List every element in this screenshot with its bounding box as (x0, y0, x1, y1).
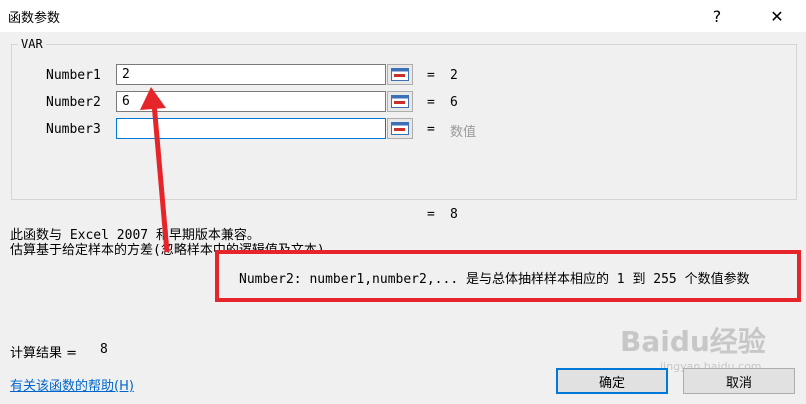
ok-button[interactable]: 确定 (556, 368, 668, 394)
calc-result-label: 计算结果 = (10, 346, 78, 361)
cancel-button[interactable]: 取消 (683, 368, 795, 394)
help-link[interactable]: 有关该函数的帮助(H) (10, 375, 134, 394)
watermark-brand: Baidu经验 (620, 325, 766, 358)
watermark: Baidu经验 jingyan.baidu.com (620, 320, 766, 373)
calc-result-value: 8 (100, 342, 108, 357)
